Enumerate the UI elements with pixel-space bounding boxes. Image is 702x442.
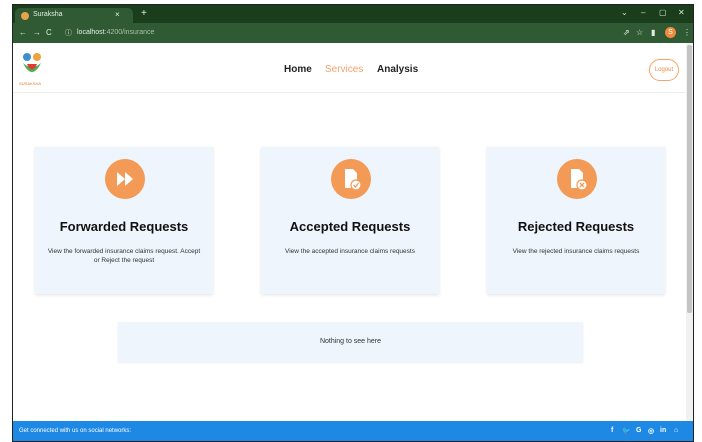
nav-analysis[interactable]: Analysis	[377, 64, 418, 75]
site-info-icon[interactable]: ⓘ	[65, 28, 72, 38]
footer-text: Get connected with us on social networks…	[19, 428, 132, 434]
document-cross-icon	[571, 169, 588, 191]
linkedin-icon[interactable]: in	[660, 427, 666, 434]
card-rejected-requests[interactable]: Rejected Requests View the rejected insu…	[487, 147, 665, 294]
url-host: localhost	[77, 29, 105, 36]
card-forwarded-requests[interactable]: Forwarded Requests View the forwarded in…	[35, 147, 213, 294]
tab-bar: Suraksha × + ⌄ – ▢ ✕	[13, 5, 693, 23]
accepted-icon-circle	[331, 159, 371, 199]
minimize-button[interactable]: –	[641, 8, 645, 17]
share-icon[interactable]: ⇗	[623, 28, 630, 37]
fast-forward-icon	[117, 172, 133, 186]
bookmark-star-icon[interactable]: ☆	[636, 28, 643, 37]
new-tab-button[interactable]: +	[141, 8, 147, 19]
menu-kebab-icon[interactable]: ⋮	[683, 28, 691, 37]
favicon-icon	[21, 12, 29, 20]
forwarded-icon-circle	[105, 159, 145, 199]
card-title: Forwarded Requests	[59, 219, 189, 234]
facebook-icon[interactable]: f	[611, 427, 613, 434]
footer: Get connected with us on social networks…	[13, 421, 693, 441]
card-accepted-requests[interactable]: Accepted Requests View the accepted insu…	[261, 147, 439, 294]
card-title: Rejected Requests	[517, 219, 635, 234]
tab-title: Suraksha	[33, 11, 63, 18]
instagram-icon[interactable]: ◎	[648, 427, 654, 435]
github-icon[interactable]: ⌂	[674, 427, 678, 434]
url-path: :4200/insurance	[104, 29, 155, 36]
back-icon[interactable]: ←	[19, 28, 27, 37]
card-description: View the rejected insurance claims reque…	[512, 248, 640, 255]
sidebar-icon[interactable]: ▮	[651, 28, 655, 37]
url-input[interactable]: ⓘ localhost:4200/insurance	[65, 27, 625, 39]
close-window-button[interactable]: ✕	[678, 8, 685, 17]
header-divider	[13, 92, 693, 93]
tab-search-icon[interactable]: ⌄	[621, 8, 628, 17]
document-check-icon	[345, 169, 362, 191]
logo-text: SURAKSHA	[19, 81, 42, 86]
forward-icon[interactable]: →	[33, 28, 41, 37]
scrollbar-thumb[interactable]	[687, 45, 692, 313]
twitter-icon[interactable]: 🐦	[622, 427, 631, 435]
nav-home[interactable]: Home	[284, 64, 312, 75]
suraksha-logo-icon[interactable]	[21, 51, 43, 81]
rejected-icon-circle	[557, 159, 597, 199]
maximize-button[interactable]: ▢	[659, 8, 667, 17]
nav-services[interactable]: Services	[325, 64, 363, 75]
card-description: View the forwarded insurance claims requ…	[47, 248, 201, 264]
address-bar: ← → C ⓘ localhost:4200/insurance ⇗ ☆ ▮ S…	[13, 23, 693, 43]
logout-button[interactable]: Logout	[649, 59, 679, 81]
browser-tab[interactable]: Suraksha ×	[15, 8, 133, 23]
empty-state-message: Nothing to see here	[118, 322, 583, 362]
card-description: View the accepted insurance claims reque…	[285, 248, 415, 255]
browser-window: Suraksha × + ⌄ – ▢ ✕ ← → C ⓘ localhost:4…	[12, 4, 694, 442]
tab-close-icon[interactable]: ×	[115, 10, 120, 19]
profile-avatar[interactable]: S	[665, 27, 676, 38]
google-icon[interactable]: G	[636, 427, 641, 434]
reload-icon[interactable]: C	[46, 28, 52, 37]
card-title: Accepted Requests	[289, 219, 411, 234]
url-text: localhost:4200/insurance	[77, 29, 154, 36]
